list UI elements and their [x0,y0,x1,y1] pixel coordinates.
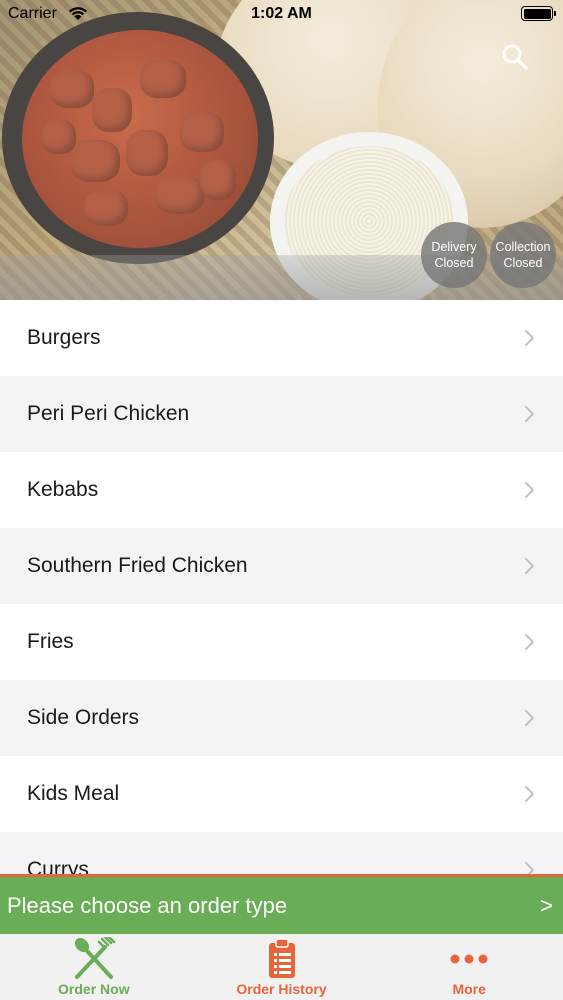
delivery-label: Delivery [431,240,477,254]
order-type-label: Please choose an order type [7,892,288,918]
menu-item-label: Kids Meal [27,782,120,805]
menu-item-label: Peri Peri Chicken [27,402,190,425]
chevron-right-icon [524,709,535,727]
status-bar: Carrier 1:02 AM [0,0,563,30]
menu-item-label: Southern Fried Chicken [27,554,248,577]
tab-label: Order Now [58,981,130,997]
tab-order-history[interactable]: Order History [188,934,376,1000]
menu-item-side-orders[interactable]: Side Orders [0,680,563,756]
menu-item-burgers[interactable]: Burgers [0,300,563,376]
chevron-right-icon [524,481,535,499]
chevron-right-icon [524,329,535,347]
chevron-right-icon [524,557,535,575]
tab-label: More [452,981,486,997]
menu-item-currys[interactable]: Currys [0,832,563,876]
tab-label: Order History [236,981,327,997]
menu-item-label: Fries [27,630,74,653]
order-type-arrow: > [540,892,553,918]
collection-status: Closed [503,256,543,270]
menu-item-fries[interactable]: Fries [0,604,563,680]
choose-order-type-button[interactable]: Please choose an order type > [0,874,563,934]
clipboard-icon [268,938,295,978]
clock: 1:02 AM [251,5,312,22]
tab-bar: Order Now Order History More [0,934,563,1000]
menu-item-peri-peri-chicken[interactable]: Peri Peri Chicken [0,376,563,452]
delivery-status: Closed [434,256,474,270]
menu-item-kids-meal[interactable]: Kids Meal [0,756,563,832]
tab-order-now[interactable]: Order Now [0,934,188,1000]
tab-more[interactable]: More [375,934,563,1000]
battery-icon [521,6,556,21]
chevron-right-icon [524,633,535,651]
delivery-status-badge[interactable]: Delivery Closed [421,222,487,288]
menu-category-list: Burgers Peri Peri Chicken Kebabs Souther… [0,300,563,876]
collection-status-badge[interactable]: Collection Closed [490,222,556,288]
menu-item-label: Kebabs [27,478,99,501]
more-dots-icon [450,954,488,964]
menu-item-label: Burgers [27,326,101,349]
chevron-right-icon [524,405,535,423]
menu-item-southern-fried-chicken[interactable]: Southern Fried Chicken [0,528,563,604]
chevron-right-icon [524,785,535,803]
search-icon[interactable] [501,43,529,71]
collection-label: Collection [495,240,551,254]
fork-knife-icon [74,937,116,979]
menu-item-kebabs[interactable]: Kebabs [0,452,563,528]
menu-item-label: Side Orders [27,706,140,729]
